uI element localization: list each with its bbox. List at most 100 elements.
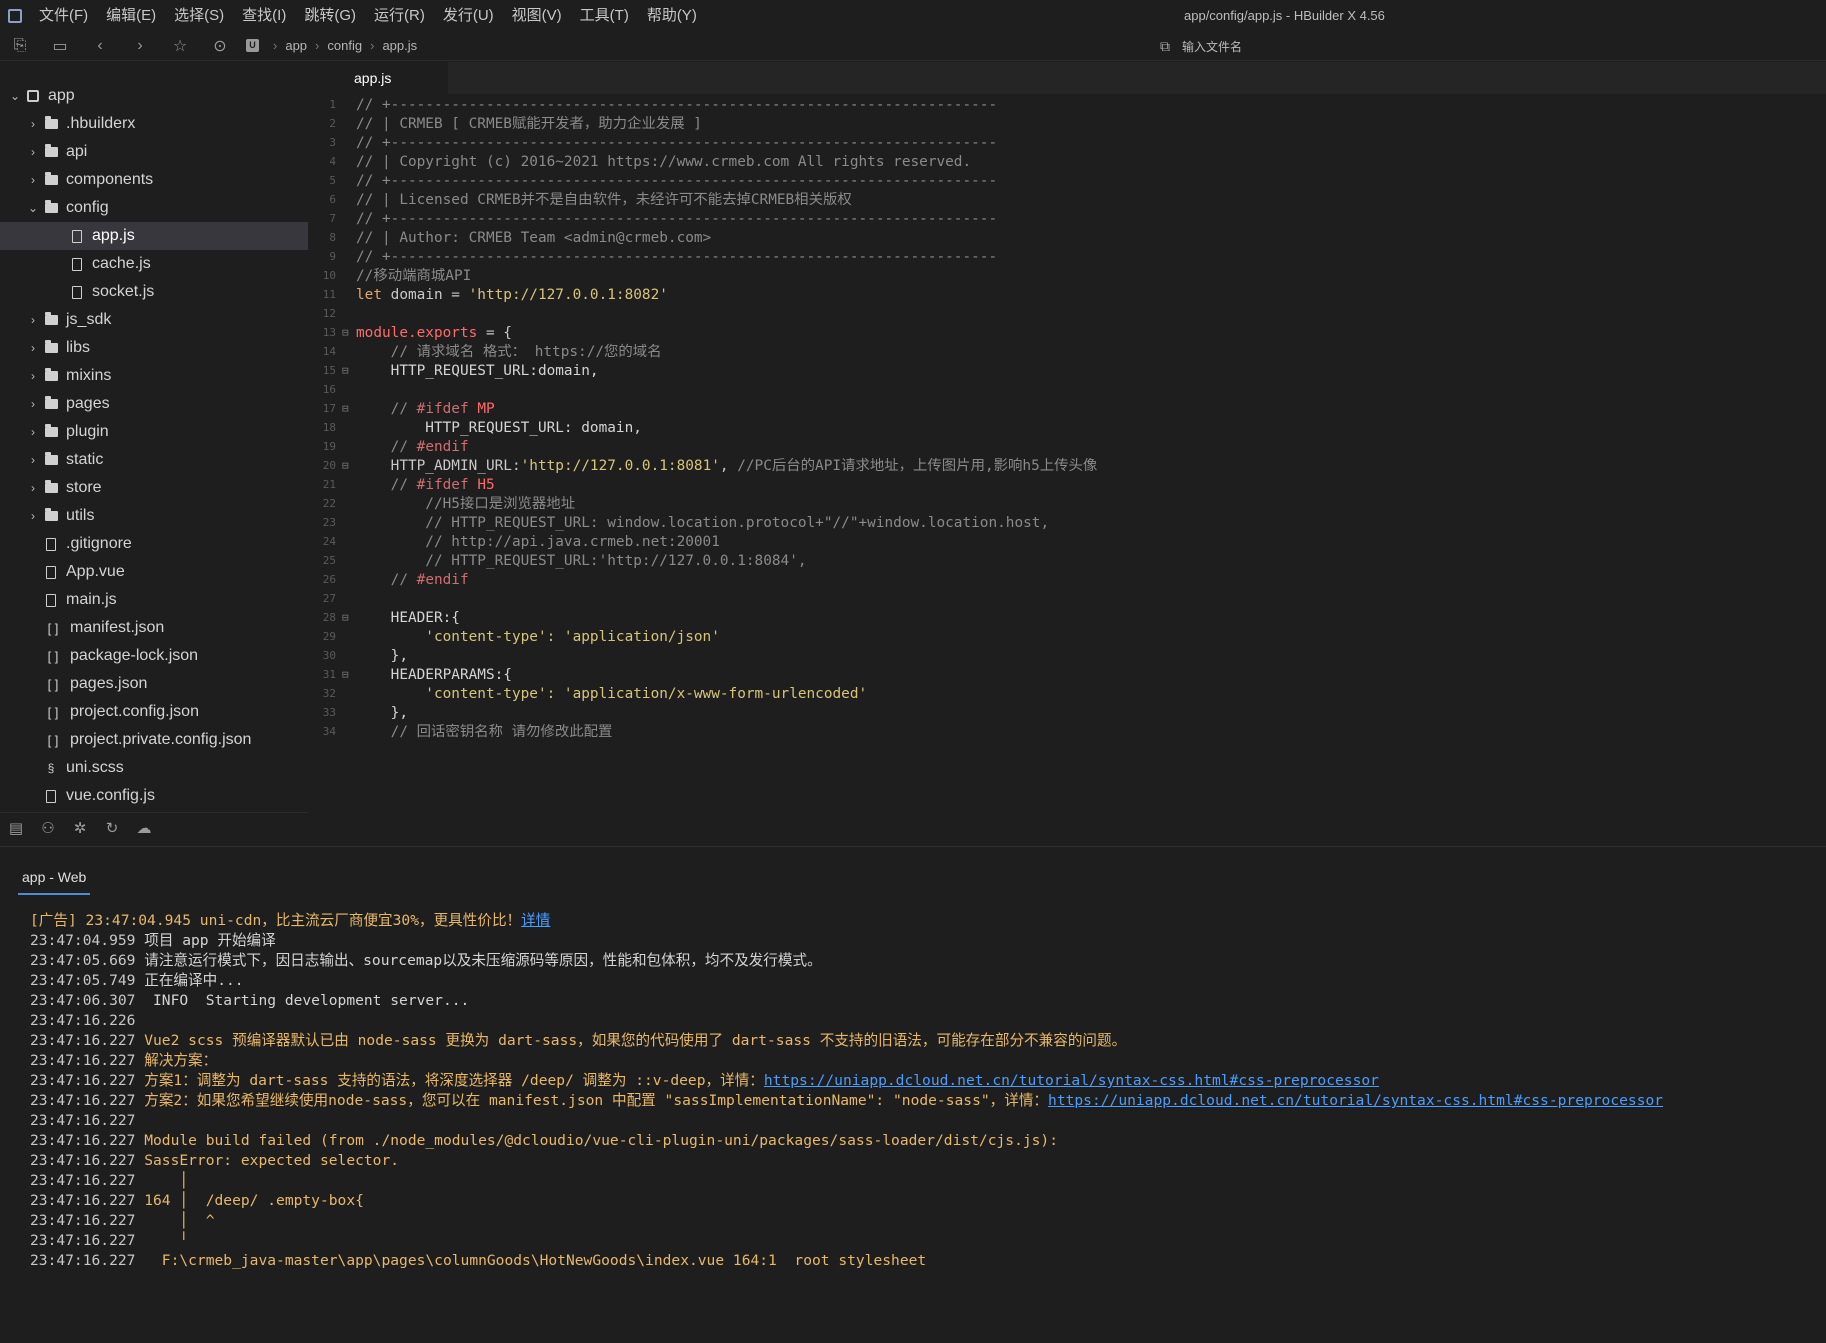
tree-item[interactable]: vue.config.js bbox=[0, 782, 308, 810]
hbuilder-logo-icon bbox=[0, 0, 30, 31]
chevron-right-icon[interactable]: › bbox=[26, 117, 40, 131]
tree-item[interactable]: › plugin bbox=[0, 418, 308, 446]
menu-bar: 文件(F) 编辑(E) 选择(S) 查找(I) 跳转(G) 运行(R) 发行(U) 视图(V)… bbox=[0, 0, 1826, 31]
debug-icon[interactable]: ✲ bbox=[64, 819, 96, 837]
chevron-right-icon[interactable]: › bbox=[26, 145, 40, 159]
run-icon[interactable]: ⊙ bbox=[200, 31, 240, 61]
tree-item[interactable]: › store bbox=[0, 474, 308, 502]
chevron-right-icon[interactable]: › bbox=[26, 453, 40, 467]
tree-item[interactable]: socket.js bbox=[0, 278, 308, 306]
log-timestamp: [广告] 23:47:04.945 bbox=[30, 912, 191, 929]
menu-item[interactable]: 运行(R) bbox=[365, 0, 434, 31]
log-link[interactable]: https://uniapp.dcloud.net.cn/tutorial/sy… bbox=[1048, 1092, 1663, 1109]
tree-item-label: vue.config.js bbox=[66, 787, 155, 804]
tree-item[interactable]: › utils bbox=[0, 502, 308, 530]
log-timestamp: 23:47:16.227 bbox=[30, 1092, 136, 1109]
save-icon[interactable]: ▭ bbox=[40, 31, 80, 61]
tree-item[interactable]: cache.js bbox=[0, 250, 308, 278]
tree-item-label: pages bbox=[66, 395, 110, 412]
tree-item[interactable]: › components bbox=[0, 166, 308, 194]
file-icon bbox=[44, 565, 58, 579]
breadcrumb-item[interactable]: app bbox=[285, 38, 307, 53]
console-tab[interactable]: app - Web bbox=[18, 869, 91, 895]
log-message: F:\crmeb_java-master\app\pages\columnGoo… bbox=[144, 1252, 927, 1269]
menu-item[interactable]: 选择(S) bbox=[165, 0, 233, 31]
log-timestamp: 23:47:16.227 bbox=[30, 1112, 136, 1129]
menu-item[interactable]: 帮助(Y) bbox=[638, 0, 706, 31]
folder-icon bbox=[44, 424, 58, 438]
forward-icon[interactable]: › bbox=[120, 31, 160, 61]
cloud-icon[interactable]: ☁ bbox=[128, 819, 160, 837]
tree-item[interactable]: app.js bbox=[0, 222, 308, 250]
chevron-right-icon[interactable]: › bbox=[26, 425, 40, 439]
menu-item[interactable]: 文件(F) bbox=[30, 0, 97, 31]
plugin-icon[interactable]: ⚇ bbox=[32, 819, 64, 837]
menu-item[interactable]: 查找(I) bbox=[233, 0, 295, 31]
log-link[interactable]: https://uniapp.dcloud.net.cn/tutorial/sy… bbox=[764, 1072, 1379, 1089]
explorer-icon[interactable]: ▤ bbox=[0, 819, 32, 837]
console-panel: app - Web [广告] 23:47:04.945 uni-cdn，比主流云… bbox=[0, 846, 1826, 1343]
menu-item[interactable]: 编辑(E) bbox=[97, 0, 165, 31]
tree-item[interactable]: [ ] pages.json bbox=[0, 670, 308, 698]
tree-item[interactable]: [ ] package-lock.json bbox=[0, 642, 308, 670]
json-file-icon: [ ] bbox=[47, 732, 59, 748]
tree-item[interactable]: [ ] project.private.config.json bbox=[0, 726, 308, 754]
tree-item-label: static bbox=[66, 451, 104, 468]
log-link[interactable]: 详情 bbox=[521, 912, 550, 929]
chevron-right-icon[interactable]: › bbox=[26, 341, 40, 355]
log-timestamp: 23:47:06.307 bbox=[30, 992, 136, 1009]
chevron-down-icon[interactable]: ⌄ bbox=[26, 201, 40, 215]
chevron-right-icon[interactable]: › bbox=[26, 369, 40, 383]
tree-item[interactable]: › static bbox=[0, 446, 308, 474]
file-search-input[interactable]: 输入文件名 bbox=[1182, 38, 1242, 55]
tree-item[interactable]: § uni.scss bbox=[0, 754, 308, 782]
tree-item-label: project.private.config.json bbox=[70, 731, 252, 748]
menu-item[interactable]: 工具(T) bbox=[571, 0, 638, 31]
tree-item[interactable]: ⌄ app bbox=[0, 82, 308, 110]
tree-item[interactable]: › mixins bbox=[0, 362, 308, 390]
tree-item[interactable]: [ ] manifest.json bbox=[0, 614, 308, 642]
chevron-right-icon[interactable]: › bbox=[26, 173, 40, 187]
console-line: 23:47:05.749 正在编译中... bbox=[30, 971, 1663, 991]
log-message: 164 │ /deep/ .empty-box{ bbox=[144, 1192, 364, 1209]
sync-icon[interactable]: ↻ bbox=[96, 819, 128, 837]
tree-item[interactable]: › libs bbox=[0, 334, 308, 362]
back-icon[interactable]: ‹ bbox=[80, 31, 120, 61]
file-search[interactable]: ⧉ 输入文件名 bbox=[1160, 31, 1242, 61]
chevron-right-icon[interactable]: › bbox=[26, 481, 40, 495]
code-text: // 回话密钥名称 请勿修改此配置 bbox=[356, 724, 613, 740]
console-line: 23:47:04.959 项目 app 开始编译 bbox=[30, 931, 1663, 951]
breadcrumb-item[interactable]: app.js bbox=[382, 38, 417, 53]
tree-item[interactable]: main.js bbox=[0, 586, 308, 614]
star-icon[interactable]: ☆ bbox=[160, 31, 200, 61]
tree-item[interactable]: › api bbox=[0, 138, 308, 166]
menu-item[interactable]: 发行(U) bbox=[434, 0, 503, 31]
chevron-right-icon[interactable]: › bbox=[26, 397, 40, 411]
chevron-right-icon[interactable]: › bbox=[26, 313, 40, 327]
json-file-icon: [ ] bbox=[47, 648, 59, 664]
menu-item[interactable]: 跳转(G) bbox=[295, 0, 365, 31]
log-message: 方案2：如果您希望继续使用node-sass，您可以在 manifest.jso… bbox=[144, 1092, 1049, 1109]
new-file-icon[interactable]: ⎘ bbox=[0, 31, 40, 61]
tree-item[interactable]: App.vue bbox=[0, 558, 308, 586]
code-editor[interactable]: 1// +-----------------------------------… bbox=[308, 94, 1826, 844]
file-icon bbox=[70, 257, 84, 271]
tree-item[interactable]: ⌄ config bbox=[0, 194, 308, 222]
tree-item[interactable]: › .hbuilderx bbox=[0, 110, 308, 138]
menu-item[interactable]: 视图(V) bbox=[503, 0, 571, 31]
breadcrumb-item[interactable]: config bbox=[327, 38, 362, 53]
tree-item[interactable]: › js_sdk bbox=[0, 306, 308, 334]
tree-item[interactable]: › pages bbox=[0, 390, 308, 418]
folder-icon bbox=[44, 480, 58, 494]
log-message: SassError: expected selector. bbox=[144, 1152, 400, 1169]
tab-appjs[interactable]: app.js bbox=[308, 62, 448, 94]
editor-tab-bar: app.js bbox=[308, 62, 1826, 94]
tree-item-label: store bbox=[66, 479, 102, 496]
chevron-right-icon[interactable]: › bbox=[26, 509, 40, 523]
tree-item-label: config bbox=[66, 199, 109, 216]
log-message: 请注意运行模式下，因日志输出、sourcemap以及未压缩源码等原因，性能和包体… bbox=[144, 952, 822, 969]
chevron-down-icon[interactable]: ⌄ bbox=[8, 89, 22, 103]
tree-item[interactable]: .gitignore bbox=[0, 530, 308, 558]
folder-icon bbox=[44, 172, 58, 186]
tree-item[interactable]: [ ] project.config.json bbox=[0, 698, 308, 726]
